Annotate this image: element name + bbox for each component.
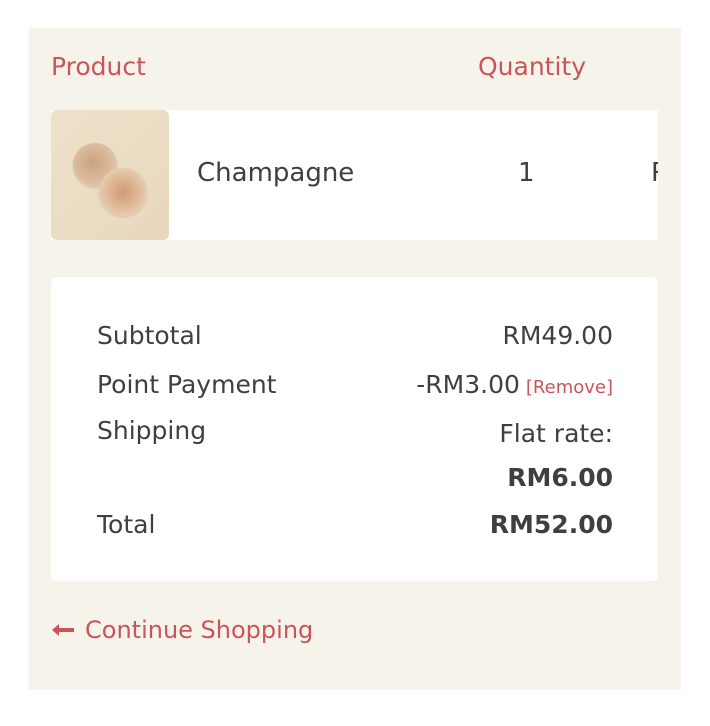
subtotal-label: Subtotal	[97, 321, 202, 350]
product-thumbnail[interactable]	[51, 110, 169, 240]
header-quantity: Quantity	[478, 52, 587, 81]
continue-shopping-link[interactable]: Continue Shopping	[51, 616, 313, 644]
cart-item-row: Champagne 1 R	[51, 110, 658, 240]
header-product: Product	[51, 52, 146, 81]
arrow-left-icon	[52, 624, 74, 636]
product-name[interactable]: Champagne	[197, 158, 354, 188]
shipping-method: Flat rate:	[499, 419, 613, 448]
point-payment-value: -RM3.00	[416, 370, 520, 399]
total-label: Total	[97, 510, 156, 539]
product-image-pad	[99, 168, 147, 216]
point-payment-label: Point Payment	[97, 370, 277, 399]
product-price: R	[651, 158, 658, 188]
order-summary: Subtotal RM49.00 Point Payment -RM3.00 [R…	[51, 277, 658, 581]
product-quantity: 1	[518, 158, 535, 188]
total-value: RM52.00	[489, 510, 613, 539]
subtotal-value: RM49.00	[502, 321, 613, 350]
point-payment-row-value: -RM3.00 [Remove]	[416, 370, 613, 399]
shipping-value: RM6.00	[507, 463, 613, 492]
continue-shopping-label: Continue Shopping	[85, 616, 314, 644]
shipping-label: Shipping	[97, 416, 207, 445]
remove-point-payment-link[interactable]: [Remove]	[526, 377, 613, 398]
